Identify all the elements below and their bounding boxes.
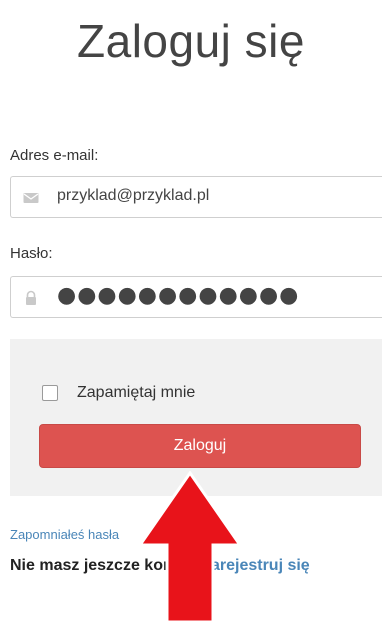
email-value: przyklad@przyklad.pl xyxy=(57,187,210,204)
remember-me-label[interactable]: Zapamiętaj mnie xyxy=(77,384,195,402)
lock-icon xyxy=(26,290,36,305)
envelope-icon xyxy=(23,193,39,203)
password-value: ●●●●●●●●●●●● xyxy=(57,283,300,308)
forgot-password-link[interactable]: Zapomniałeś hasła xyxy=(10,527,119,542)
page-title: Zaloguj się xyxy=(77,15,305,67)
login-button[interactable]: Zaloguj xyxy=(39,424,361,468)
remember-me-checkbox[interactable] xyxy=(42,385,58,401)
arrow-up-icon xyxy=(137,471,243,622)
password-label: Hasło: xyxy=(10,245,53,262)
password-field[interactable]: ●●●●●●●●●●●● xyxy=(10,276,382,318)
email-field[interactable]: przyklad@przyklad.pl xyxy=(10,176,382,218)
email-label: Adres e-mail: xyxy=(10,147,99,164)
